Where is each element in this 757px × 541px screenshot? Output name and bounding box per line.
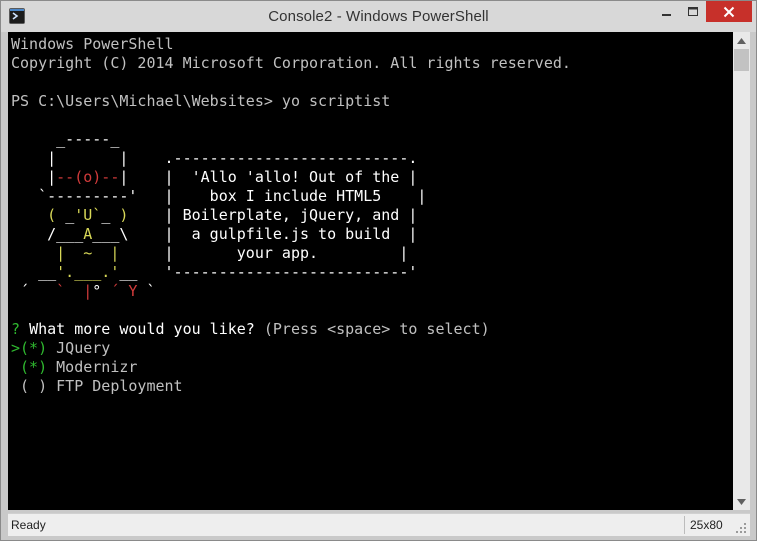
console-text-segment [11,206,47,224]
console-text-segment: (*) [20,358,48,376]
console-text-segment: ___\ | a gulpfile.js to build | [92,225,418,243]
console-line: _-----_ [11,130,571,149]
title-bar[interactable]: Console2 - Windows PowerShell [1,1,756,32]
console-text-segment: ´ Y [110,282,138,300]
console-text-segment: JQuery [47,339,111,357]
scrollbar-thumb[interactable] [734,49,749,71]
minimize-button[interactable] [653,1,680,22]
console-text-segment: ° [92,282,111,300]
console-line: >(*) JQuery [11,339,571,358]
console-text-segment: (*) [20,339,48,357]
close-icon [723,6,735,17]
console-text-segment: ? [11,320,30,338]
console-text-segment: __ [11,263,57,281]
console-line: ´ ` |° ´ Y ` [11,282,571,301]
console-lines: Windows PowerShell Copyright (C) 2014 Mic… [11,35,571,396]
console-text-segment: | | [11,149,165,167]
status-divider [684,516,685,534]
console-text-segment: 'U` [74,206,102,224]
console-line: __'.___.'__ '--------------------------' [11,263,571,282]
console-text-segment: Windows PowerShell [11,35,174,53]
console-line: Copyright (C) 2014 Microsoft Corporation… [11,54,571,73]
resize-grip-icon[interactable] [735,522,747,534]
chevron-down-icon [737,498,746,505]
scroll-up-button[interactable] [733,32,750,49]
console-text-segment [11,358,20,376]
console-text-segment: A [83,225,93,243]
console-text-segment: | [11,168,57,186]
console-text-segment: --(o)-- [56,168,120,186]
console-text-segment: | Boilerplate, jQuery, and | [128,206,418,224]
maximize-button[interactable] [680,1,706,22]
console-line: /___A___\ | a gulpfile.js to build | [11,225,571,244]
console-text-segment: What more would you like? [29,320,255,338]
scroll-down-button[interactable] [733,493,750,510]
console-text-segment: | your app. | [119,244,409,262]
console2-window: Console2 - Windows PowerShell Windows Po… [0,0,757,541]
console-text-segment: ( ) FTP Deployment [11,377,183,395]
console-text-segment: Modernizr [47,358,138,376]
minimize-icon [661,13,671,16]
close-button[interactable] [706,1,752,22]
console-text-segment: _ [65,206,75,224]
console-line: |--(o)--| | 'Allo 'allo! Out of the | [11,168,571,187]
console-line: | | .--------------------------. [11,149,571,168]
console-text-segment: > [11,339,21,357]
console-line: PS C:\Users\Michael\Websites> yo scripti… [11,92,571,111]
console-line: Windows PowerShell [11,35,571,54]
console-text-segment: Copyright (C) 2014 Microsoft Corporation… [11,54,571,72]
console-line: | ~ | | your app. | [11,244,571,263]
console-text-segment: PS C:\Users\Michael\Websites> yo scripti… [11,92,391,110]
console-text-segment: ` | [56,282,93,300]
console-text-segment: `---------' | box I include HTML5 | [11,187,427,205]
console-text-segment: __ '--------------------------' [119,263,418,281]
console-text-segment: ( [47,206,66,224]
console-text-segment [11,244,56,262]
console-text-segment: | ~ | [56,244,120,262]
console-text-segment: /___ [11,225,84,243]
console-text-segment: ` [137,282,156,300]
console-text-segment: '.___.' [56,263,120,281]
console-line: `---------' | box I include HTML5 | [11,187,571,206]
console-text-segment: _ [101,206,120,224]
console-text-segment: (Press <space> to select) [254,320,490,338]
status-text: Ready [11,518,46,532]
console-line: ( ) FTP Deployment [11,377,571,396]
status-bar: Ready 25x80 [8,513,750,536]
console-line: ? What more would you like? (Press <spac… [11,320,571,339]
console-line: ( _'U`_ ) | Boilerplate, jQuery, and | [11,206,571,225]
console-size-readout: 25x80 [690,518,723,532]
console-output[interactable]: Windows PowerShell Copyright (C) 2014 Mic… [8,32,733,510]
vertical-scrollbar[interactable] [733,32,750,510]
console-text-segment: | | 'Allo 'allo! Out of the | [119,168,418,186]
console-text-segment: ´ [11,282,57,300]
window-title: Console2 - Windows PowerShell [268,8,489,25]
console-text-segment: _-----_ [11,130,120,148]
console-text-segment: .--------------------------. [164,149,418,167]
maximize-icon [688,6,698,16]
console-line: (*) Modernizr [11,358,571,377]
chevron-up-icon [737,37,746,44]
